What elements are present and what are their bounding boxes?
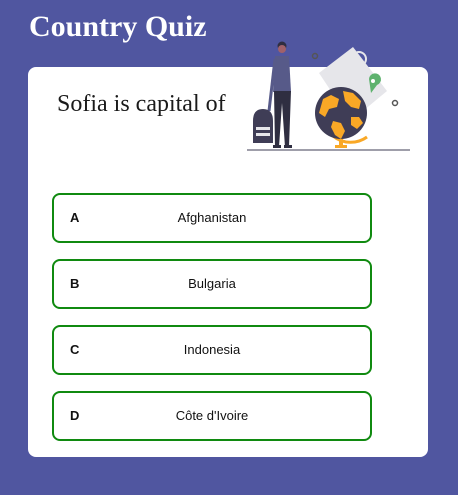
answer-option-d[interactable]: D Côte d'Ivoire bbox=[52, 391, 372, 441]
answer-option-a[interactable]: A Afghanistan bbox=[52, 193, 372, 243]
person-shoe bbox=[284, 145, 292, 148]
quiz-card: Sofia is capital of A Afghanistan B Bulg… bbox=[28, 41, 428, 457]
traveler-globe-illustration bbox=[247, 41, 410, 151]
backpack-stripe bbox=[256, 127, 270, 130]
dot-decoration bbox=[391, 99, 399, 107]
backpack-icon bbox=[253, 109, 273, 143]
answer-options: A Afghanistan B Bulgaria C Indonesia D C… bbox=[52, 193, 372, 457]
answer-option-b[interactable]: B Bulgaria bbox=[52, 259, 372, 309]
option-text: Bulgaria bbox=[188, 276, 236, 291]
app-title: Country Quiz bbox=[29, 10, 207, 43]
globe-stand-base bbox=[335, 145, 347, 148]
dot-decoration bbox=[311, 52, 319, 60]
backpack-stripe bbox=[256, 133, 270, 136]
person-head bbox=[278, 45, 286, 53]
question-text: Sofia is capital of bbox=[57, 91, 226, 117]
option-text: Afghanistan bbox=[177, 210, 247, 225]
answer-option-c[interactable]: C Indonesia bbox=[52, 325, 372, 375]
option-text: Indonesia bbox=[183, 342, 241, 357]
option-text: Côte d'Ivoire bbox=[175, 408, 249, 423]
person-shoe bbox=[273, 145, 281, 148]
location-pin-dot bbox=[371, 79, 375, 83]
person-pants bbox=[274, 91, 291, 147]
